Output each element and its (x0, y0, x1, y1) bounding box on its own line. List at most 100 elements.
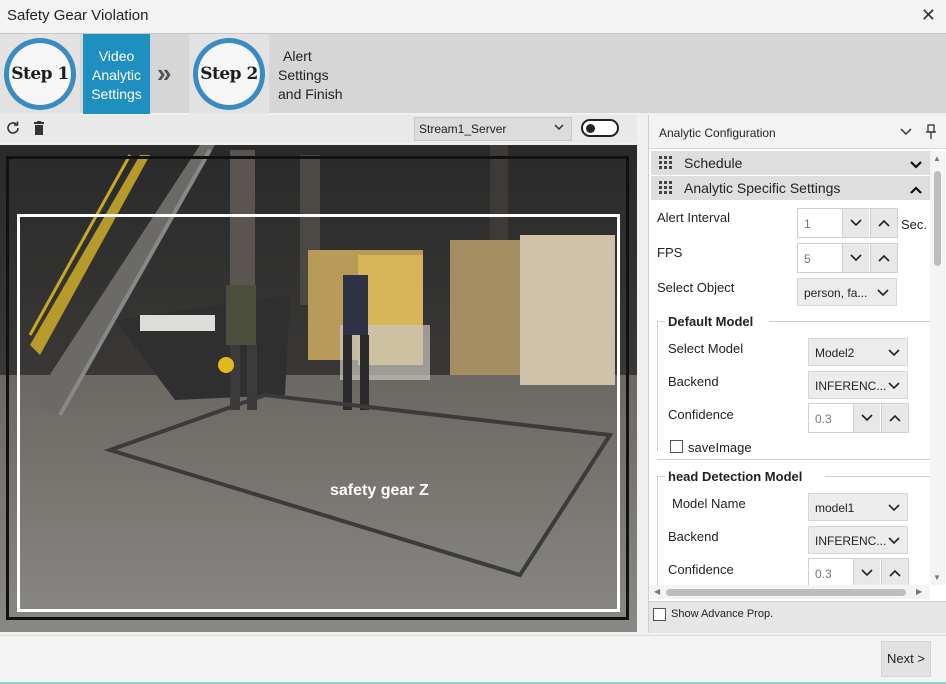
group-border (657, 476, 665, 477)
scroll-down-icon[interactable]: ▼ (933, 573, 941, 582)
chevron-down-icon (888, 349, 900, 357)
decrement-button[interactable] (842, 209, 869, 237)
panel-header: Analytic Configuration (649, 115, 946, 149)
select-model-label: Select Model (668, 341, 744, 356)
stream-toggle[interactable] (581, 119, 619, 137)
show-advance-checkbox[interactable] (653, 608, 666, 621)
schedule-section-label: Schedule (684, 155, 743, 171)
confidence-label: Confidence (668, 407, 734, 422)
step1-badge[interactable]: Step 1 (0, 34, 80, 114)
panel-title: Analytic Configuration (659, 126, 776, 140)
step2-badge[interactable]: Step 2 (189, 34, 269, 114)
schedule-section-header[interactable]: Schedule (651, 151, 930, 175)
fps-stepper[interactable]: 5 (797, 243, 898, 273)
chevron-down-icon (888, 537, 900, 545)
backend-value: INFERENC... (815, 379, 887, 393)
wizard-steps-bar: Step 1 Video Analytic Settings » Step 2 … (0, 33, 946, 114)
step-separator-icon: » (157, 58, 172, 88)
analytic-specific-section-header[interactable]: Analytic Specific Settings (651, 176, 930, 200)
backend-dropdown[interactable]: INFERENC... (808, 371, 908, 399)
increment-button[interactable] (870, 244, 897, 272)
group-border (657, 476, 658, 585)
decrement-button[interactable] (853, 404, 880, 432)
show-advance-label: Show Advance Prop. (671, 608, 774, 620)
toggle-knob (586, 124, 595, 133)
zone-label: safety gear Z (330, 482, 429, 499)
expand-chevron-icon (910, 157, 922, 173)
select-object-dropdown[interactable]: person, fa... (797, 278, 897, 306)
confidence-stepper[interactable]: 0.3 (808, 403, 909, 433)
step2-badge-text: Step 2 (198, 43, 260, 105)
step2-label[interactable]: Alert Settings and Finish (278, 47, 343, 104)
head-backend-value: INFERENC... (815, 534, 887, 548)
chevron-down-icon (888, 382, 900, 390)
select-model-dropdown[interactable]: Model2 (808, 338, 908, 366)
step2-circle: Step 2 (193, 38, 265, 110)
video-toolbar: Stream1_Server (0, 115, 637, 143)
scroll-up-icon[interactable]: ▲ (933, 154, 941, 163)
stream-select-value: Stream1_Server (419, 122, 507, 136)
alert-interval-label: Alert Interval (657, 210, 730, 225)
head-confidence-value: 0.3 (815, 567, 832, 581)
decrement-button[interactable] (853, 559, 880, 585)
stream-select[interactable]: Stream1_Server (414, 117, 572, 141)
step1-label-line: Settings (91, 86, 142, 102)
head-confidence-label: Confidence (668, 562, 734, 577)
scroll-left-icon[interactable]: ◀ (654, 587, 660, 596)
save-image-label: saveImage (688, 440, 752, 455)
increment-button[interactable] (870, 209, 897, 237)
increment-button[interactable] (881, 559, 908, 585)
head-backend-label: Backend (668, 529, 719, 544)
model-name-value: model1 (815, 501, 855, 515)
increment-button[interactable] (881, 404, 908, 432)
step2-label-line: Alert (283, 48, 312, 64)
confidence-value: 0.3 (815, 412, 832, 426)
select-object-label: Select Object (657, 280, 735, 295)
chevron-down-icon (553, 121, 565, 136)
group-border (657, 321, 658, 451)
pin-icon[interactable] (925, 124, 937, 145)
save-image-checkbox[interactable] (670, 440, 683, 453)
fps-value: 5 (804, 252, 811, 266)
step1-label-line: Video (98, 48, 135, 64)
step1-label[interactable]: Video Analytic Settings (83, 34, 150, 114)
group-border (825, 476, 930, 477)
refresh-icon[interactable] (5, 120, 21, 136)
alert-interval-stepper[interactable]: 1 (797, 208, 898, 238)
group-border (657, 459, 930, 460)
drag-handle-icon (659, 181, 673, 198)
head-backend-dropdown[interactable]: INFERENC... (808, 526, 908, 554)
backend-label: Backend (668, 374, 719, 389)
step2-label-line: Settings (278, 67, 329, 83)
scroll-right-icon[interactable]: ▶ (916, 587, 922, 596)
next-button[interactable]: Next > (881, 641, 931, 677)
window-title: Safety Gear Violation (7, 7, 149, 24)
drag-handle-icon (659, 156, 673, 173)
group-border (769, 321, 930, 322)
step1-badge-text: Step 1 (9, 43, 71, 105)
head-confidence-stepper[interactable]: 0.3 (808, 558, 909, 585)
scroll-thumb[interactable] (934, 171, 941, 266)
video-preview[interactable]: safety gear Z (0, 145, 637, 632)
safety-zone-boundary[interactable] (17, 214, 620, 612)
alert-interval-unit: Sec. (901, 217, 928, 232)
decrement-button[interactable] (842, 244, 869, 272)
step1-circle: Step 1 (4, 38, 76, 110)
collapse-chevron-icon (910, 182, 922, 198)
collapse-chevron-icon[interactable] (899, 124, 913, 143)
analytic-specific-section-label: Analytic Specific Settings (684, 180, 841, 196)
select-model-value: Model2 (815, 346, 855, 360)
scroll-thumb[interactable] (666, 589, 906, 596)
chevron-down-icon (877, 289, 889, 297)
vertical-scrollbar[interactable]: ▲ ▼ (930, 151, 945, 585)
fps-label: FPS (657, 245, 683, 260)
group-border (657, 321, 665, 322)
head-model-title: head Detection Model (668, 469, 803, 484)
trash-icon[interactable] (31, 120, 47, 136)
close-button[interactable]: ✕ (921, 5, 936, 25)
model-name-dropdown[interactable]: model1 (808, 493, 908, 521)
horizontal-scrollbar[interactable]: ◀ ▶ (649, 585, 930, 599)
footer: Next > (0, 635, 946, 684)
default-model-title: Default Model (668, 314, 754, 329)
title-bar: Safety Gear Violation ✕ (0, 0, 946, 33)
